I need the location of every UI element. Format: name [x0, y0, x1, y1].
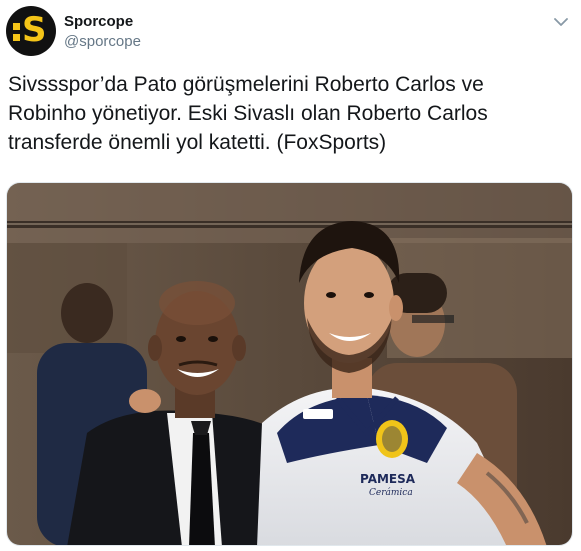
- sporcope-logo-icon: S: [13, 10, 49, 50]
- tweet-text-line: Robinho yönetiyor. Eski Sivaslı olan Rob…: [8, 102, 488, 125]
- tweet-text: Sivssspor’da Pato görüşmelerini Roberto …: [8, 70, 568, 157]
- tweet-text-line: transferde önemli yol katetti. (FoxSport…: [8, 131, 387, 154]
- avatar[interactable]: S: [6, 6, 56, 56]
- jersey-sponsor: PAMESA: [360, 472, 416, 486]
- display-name[interactable]: Sporcope: [64, 13, 133, 30]
- tweet-menu-button[interactable]: [551, 12, 571, 32]
- jersey-sponsor-sub: Cerámica: [369, 487, 413, 498]
- account-handle[interactable]: @sporcope: [64, 33, 141, 50]
- photo-illustration: PAMESA Cerámica: [7, 183, 572, 545]
- tweet-photo[interactable]: PAMESA Cerámica: [6, 182, 573, 546]
- chevron-down-icon: [554, 17, 568, 26]
- tweet-header: S Sporcope @sporcope: [0, 0, 581, 66]
- tweet-card: S Sporcope @sporcope Sivssspor’da Pato g…: [0, 0, 581, 551]
- tweet-text-line: Sivssspor’da Pato görüşmelerini Roberto …: [8, 73, 484, 96]
